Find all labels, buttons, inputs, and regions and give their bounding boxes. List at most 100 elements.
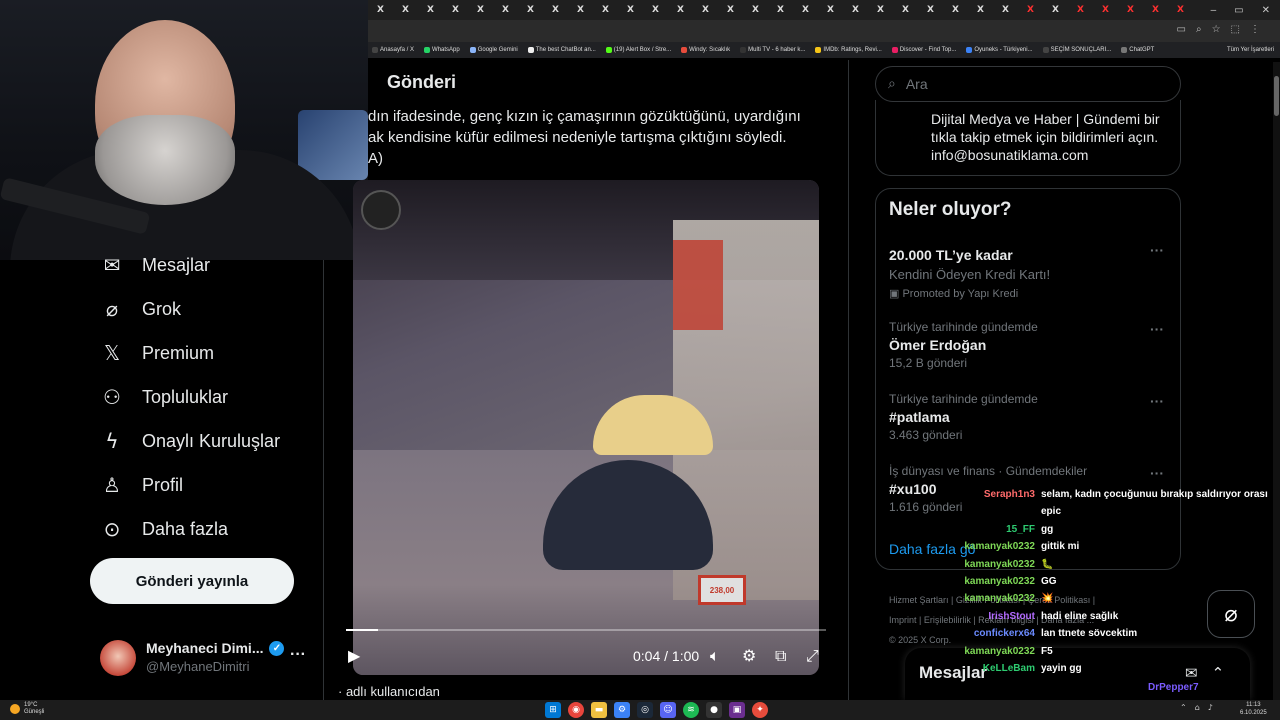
nav-item-profile[interactable]: ♙ Profil [100,473,183,497]
tab-favicon-icon: X [752,5,759,15]
trend-item[interactable]: Türkiye tarihinde gündemde #patlama 3.46… [889,392,1159,442]
trend-item[interactable]: Türkiye tarihinde gündemde Ömer Erdoğan … [889,320,1159,370]
bookmark-item[interactable]: The best ChatBot an... [527,47,596,53]
browser-tab[interactable]: X [618,0,643,20]
browser-tab[interactable]: X [418,0,443,20]
profile-more-icon[interactable]: ··· [290,646,306,664]
nav-item-grok[interactable]: ⌀ Grok [100,297,181,321]
bookmark-item[interactable]: SEÇİM SONUÇLARI... [1042,47,1111,53]
browser-tab[interactable]: X [718,0,743,20]
browser-tab[interactable]: X [468,0,493,20]
bookmark-item[interactable]: WhatsApp [424,47,460,53]
fullscreen-icon[interactable]: ⤢ [806,646,819,666]
discord-icon[interactable]: ☺ [660,702,676,718]
chat-username: KeLLeBam [982,662,1035,674]
minimize-icon[interactable]: – [1211,5,1217,16]
browser-tab[interactable]: X [1168,0,1193,20]
browser-tab[interactable]: X [1018,0,1043,20]
close-icon[interactable]: ✕ [1262,5,1270,16]
browser-tab[interactable]: X [1143,0,1168,20]
browser-tab[interactable]: X [843,0,868,20]
volume-icon[interactable]: ♪ [1208,703,1213,712]
browser-tab[interactable]: X [443,0,468,20]
browser-tab[interactable]: X [793,0,818,20]
picture-in-picture-icon[interactable]: ⧉ [775,646,786,666]
cast-icon[interactable]: ▭ [1177,24,1186,35]
bookmark-item[interactable]: Multi TV - 6 haber k... [740,47,805,53]
browser-tab[interactable]: X [918,0,943,20]
browser-tab[interactable]: X [968,0,993,20]
page-scrollbar[interactable] [1273,62,1280,700]
browser-tab[interactable]: X [593,0,618,20]
search-input[interactable]: ⌕ Ara [875,66,1181,102]
post-button[interactable]: Gönderi yayınla [90,558,294,604]
app-icon[interactable]: ✦ [752,702,768,718]
browser-tab[interactable]: X [1093,0,1118,20]
bookmark-item[interactable]: Discover - Find Top... [891,47,956,53]
all-bookmarks-folder[interactable]: Tüm Yer İşaretleri [1227,47,1280,53]
chevron-up-icon[interactable]: ⌃ [1180,703,1187,712]
browser-tab[interactable]: X [368,0,393,20]
browser-tab[interactable]: X [943,0,968,20]
browser-tab[interactable]: X [818,0,843,20]
browser-tab[interactable]: X [768,0,793,20]
browser-tab[interactable]: X [1043,0,1068,20]
windows-start-icon[interactable]: ⊞ [545,702,561,718]
bookmark-item[interactable]: (19) Alert Box / Stre... [605,47,671,53]
trend-item-promoted[interactable]: 20.000 TL’ye kadar Kendini Ödeyen Kredi … [889,244,1159,300]
avatar[interactable] [100,640,136,676]
settings-icon[interactable]: ⚙ [742,646,756,665]
volume-icon[interactable]: 🔈︎ [710,646,720,666]
bookmark-item[interactable]: ChatGPT [1121,47,1154,53]
browser-tab[interactable]: X [518,0,543,20]
play-icon[interactable]: ▶ [348,646,360,665]
maximize-icon[interactable]: ▭ [1234,5,1243,16]
browser-tab[interactable]: X [543,0,568,20]
bookmark-item[interactable]: Anasayfa / X [372,47,414,53]
browser-tab[interactable]: X [1118,0,1143,20]
obs-icon[interactable]: ● [706,702,722,718]
video-progress-track[interactable] [346,629,826,631]
menu-icon[interactable]: ⋮ [1250,24,1260,35]
browser-tab[interactable]: X [693,0,718,20]
bookmark-item[interactable]: IMDb: Ratings, Revi... [815,47,882,53]
browser-tab[interactable]: X [893,0,918,20]
extensions-icon[interactable]: ⬚ [1231,24,1240,35]
browser-tab[interactable]: X [643,0,668,20]
scrollbar-thumb[interactable] [1274,76,1279,116]
twitch-app-icon[interactable]: ▣ [729,702,745,718]
browser-tab[interactable]: X [1068,0,1093,20]
browser-tab[interactable]: X [568,0,593,20]
browser-tab[interactable]: X [743,0,768,20]
browser-tab[interactable]: X [868,0,893,20]
address-bar[interactable] [368,20,1280,42]
bookmark-item[interactable]: Windy: Sıcaklık [681,47,730,53]
bookmark-item[interactable]: Google Gemini [469,47,518,53]
trend-more-icon[interactable]: ··· [1150,393,1164,409]
nav-item-premium[interactable]: 𝕏 Premium [100,341,214,365]
spotify-icon[interactable]: ≋ [683,702,699,718]
chrome-icon[interactable]: ◉ [568,702,584,718]
network-icon[interactable]: ⌂ [1195,703,1200,712]
nav-item-more[interactable]: ⊙ Daha fazla [100,517,228,541]
browser-tab[interactable]: X [493,0,518,20]
zoom-icon[interactable]: ⌕ [1196,24,1202,35]
taskbar-clock[interactable]: 11:13 6.10.2025 [1240,701,1267,717]
weather-widget[interactable]: 19°C Güneşli [10,702,44,716]
star-icon[interactable]: ☆ [1212,24,1221,35]
file-explorer-icon[interactable]: ▬ [591,702,607,718]
browser-tab[interactable]: X [668,0,693,20]
nav-item-verified-orgs[interactable]: ϟ Onaylı Kuruluşlar [100,429,280,453]
profile-name[interactable]: Meyhaneci Dimi... ✓ [146,640,285,656]
browser-tab[interactable]: X [993,0,1018,20]
trend-more-icon[interactable]: ··· [1150,321,1164,337]
video-player[interactable]: 238,00 [353,180,819,675]
steam-icon[interactable]: ◎ [637,702,653,718]
trend-more-icon[interactable]: ··· [1150,242,1164,258]
browser-tab[interactable]: X [393,0,418,20]
nav-item-messages[interactable]: ✉ Mesajlar [100,253,210,277]
trend-more-icon[interactable]: ··· [1150,465,1164,481]
settings-app-icon[interactable]: ⚙ [614,702,630,718]
nav-item-communities[interactable]: ⚇ Topluluklar [100,385,228,409]
bookmark-item[interactable]: Oyuneks - Türkiyeni... [966,47,1033,53]
